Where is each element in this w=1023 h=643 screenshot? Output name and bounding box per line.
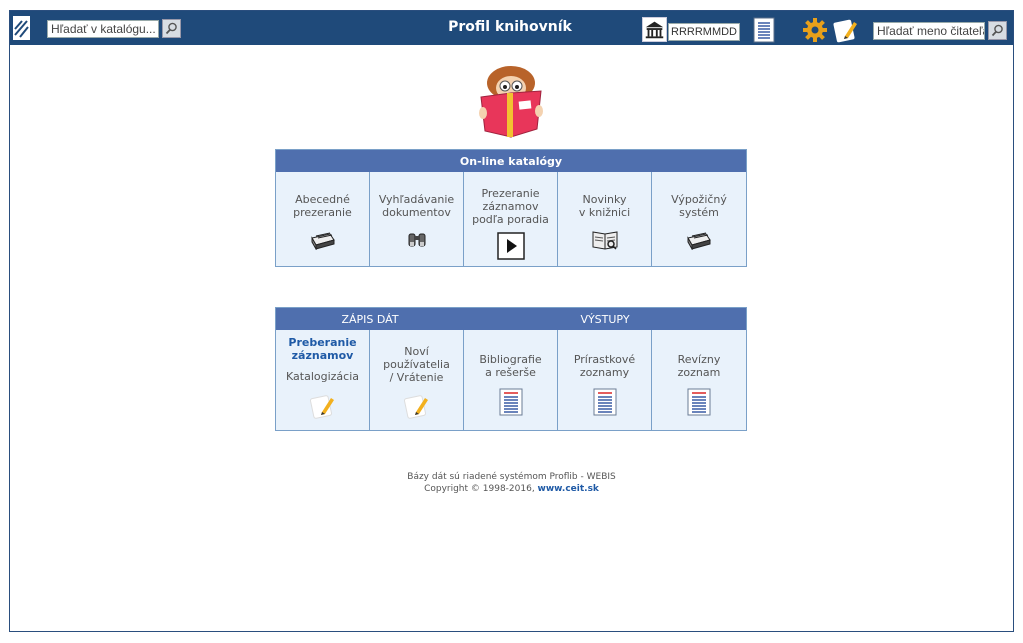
catalog-item-browse-records[interactable]: Prezeranie záznamov podľa poradia (464, 172, 558, 266)
data-outputs-panel: ZÁPIS DÁT VÝSTUPY Preberanie záznamov Ka… (275, 307, 747, 431)
outputs-heading: VÝSTUPY (580, 312, 630, 326)
item-label: podľa poradia (472, 213, 549, 226)
magnifier-icon (165, 22, 177, 35)
item-label: Abecedné (295, 193, 350, 206)
item-label: systém (679, 206, 719, 219)
item-label: Bibliografie (479, 353, 542, 366)
online-catalogs-panel: On-line katalógy Abecedné prezeranie Vyh… (275, 149, 747, 267)
data-entry-heading: ZÁPIS DÁT (341, 312, 399, 326)
report-icon[interactable] (753, 17, 775, 43)
item-label-bold: Preberanie (288, 336, 357, 349)
item-label: Novinky (582, 193, 627, 206)
report-icon (593, 388, 616, 416)
footer: Bázy dát sú riadené systémom Proflib - W… (10, 471, 1013, 495)
item-label: a rešerše (485, 366, 536, 379)
catalog-item-news[interactable]: Novinky v knižnici (558, 172, 652, 266)
library-building-icon[interactable] (642, 17, 667, 42)
item-label-bold: záznamov (291, 349, 354, 362)
catalog-item-alphabetical[interactable]: Abecedné prezeranie (276, 172, 370, 266)
footer-text: Bázy dát sú riadené systémom Proflib - W… (407, 472, 616, 482)
librarian-mascot-image (479, 66, 543, 138)
item-label: zoznamy (579, 366, 630, 379)
top-bar: Hľadať v katalógu... Profil knihovník RR… (10, 11, 1013, 45)
reader-search-button[interactable] (988, 21, 1007, 40)
edit-icon (309, 395, 334, 419)
page-title: Profil knihovník (448, 19, 572, 35)
item-label: Noví (404, 345, 429, 358)
item-label: používatelia (383, 358, 450, 371)
output-item-bibliographies[interactable]: Bibliografie a rešerše (464, 330, 558, 430)
item-label: Revízny (677, 353, 721, 366)
catalog-search-button[interactable] (162, 19, 181, 38)
card-catalog-icon (310, 232, 335, 250)
item-label: dokumentov (382, 206, 451, 219)
catalog-item-search-documents[interactable]: Vyhľadávanie dokumentov (370, 172, 464, 266)
logo-icon[interactable] (12, 15, 31, 41)
online-catalogs-heading: On-line katalógy (276, 150, 746, 172)
output-item-inventory-list[interactable]: Revízny zoznam (652, 330, 746, 430)
item-label: záznamov (482, 200, 539, 213)
report-icon (499, 388, 522, 416)
item-label: / Vrátenie (389, 371, 444, 384)
settings-gear-icon[interactable] (801, 16, 829, 44)
item-label: Prírastkové (573, 353, 636, 366)
item-label: Výpožičný (671, 193, 727, 206)
binoculars-icon (408, 233, 425, 247)
data-item-new-users[interactable]: Noví používatelia / Vrátenie (370, 330, 464, 430)
edit-icon (403, 395, 428, 419)
website-link[interactable]: www.ceit.sk (538, 484, 599, 494)
item-label: v knižnici (578, 206, 631, 219)
item-label: prezeranie (293, 206, 352, 219)
item-label: Katalogizácia (286, 370, 359, 383)
item-label: Vyhľadávanie (378, 193, 455, 206)
item-label: zoznam (677, 366, 721, 379)
output-item-accession-lists[interactable]: Prírastkové zoznamy (558, 330, 652, 430)
data-item-cataloging[interactable]: Preberanie záznamov Katalogizácia (276, 330, 370, 430)
item-label: Prezeranie (481, 187, 540, 200)
date-input[interactable]: RRRRMMDD (668, 23, 740, 41)
card-catalog-icon (687, 232, 711, 250)
report-icon (687, 388, 711, 416)
play-icon (496, 232, 525, 260)
data-outputs-heading: ZÁPIS DÁT VÝSTUPY (276, 308, 746, 330)
catalog-item-circulation[interactable]: Výpožičný systém (652, 172, 746, 266)
main-frame: Hľadať v katalógu... Profil knihovník RR… (9, 10, 1014, 632)
magnifier-icon (991, 24, 1003, 37)
edit-icon[interactable] (832, 16, 860, 44)
open-book-icon (592, 231, 617, 250)
catalog-search-input[interactable]: Hľadať v katalógu... (47, 20, 159, 38)
copyright-text: Copyright © 1998-2016, (424, 484, 538, 494)
reader-search-input[interactable]: Hľadať meno čitateľa. (873, 22, 985, 40)
